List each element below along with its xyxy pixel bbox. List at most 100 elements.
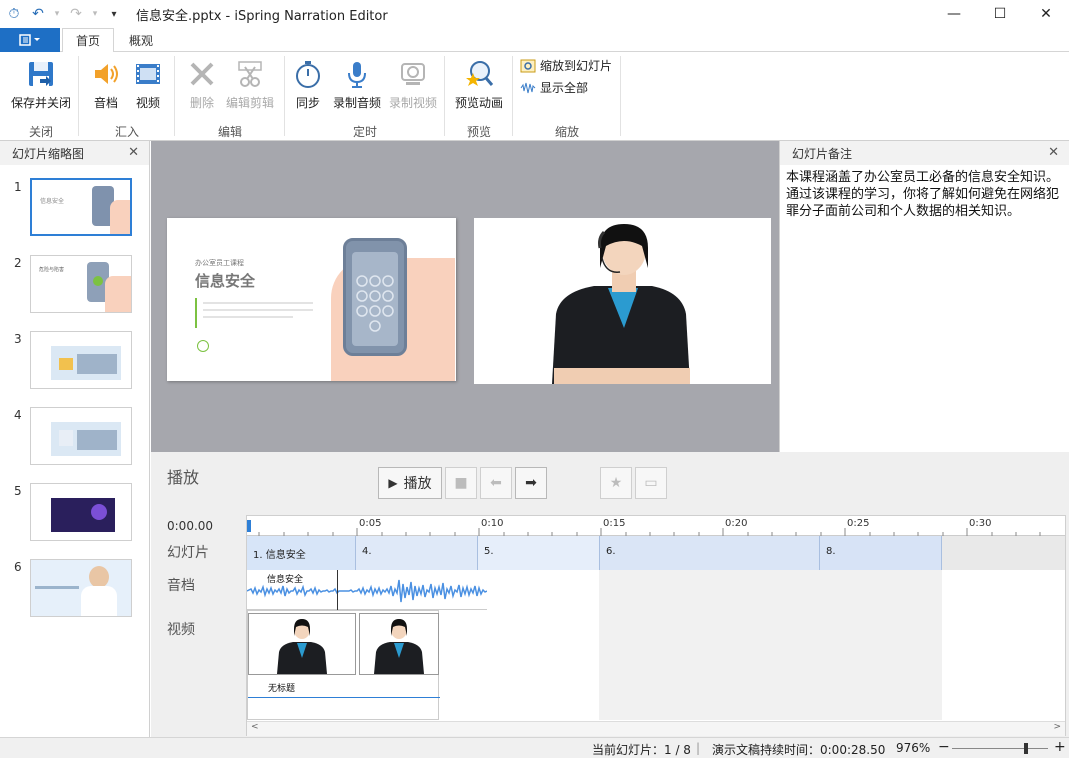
timeline[interactable]: 0:05 0:10 0:15 0:20 0:25 0:30 1. 信息安全 4.… (246, 515, 1066, 736)
stop-button[interactable]: ■ (445, 467, 477, 499)
menu-icon (19, 34, 40, 46)
empty-track-area (599, 570, 942, 720)
minimize-button[interactable]: — (931, 0, 977, 28)
sync-button[interactable]: 同步 (292, 58, 324, 111)
thumbnail-slide-5[interactable] (30, 483, 132, 541)
close-thumbnails-icon[interactable]: ✕ (128, 145, 139, 160)
record-video-button[interactable]: 录制视频 (386, 58, 440, 111)
video-clip[interactable]: 无标题 (247, 610, 440, 720)
close-window-button[interactable]: ✕ (1023, 0, 1069, 28)
thumbnail-slide-6[interactable] (30, 559, 132, 617)
presenter-image (552, 224, 690, 384)
redo-icon[interactable]: ↷ (66, 4, 86, 24)
save-close-button[interactable]: 保存并关闭 (8, 58, 74, 111)
slide-segment[interactable]: 5. (478, 536, 600, 570)
undo-dropdown-icon[interactable]: ▾ (52, 4, 62, 24)
sync-label: 同步 (295, 96, 320, 110)
slide-segment[interactable]: 6. (600, 536, 820, 570)
scroll-left-icon[interactable]: < (251, 722, 259, 732)
slide-segment[interactable]: 4. (356, 536, 478, 570)
notes-textarea[interactable]: 本课程涵盖了办公室员工必备的信息安全知识。通过该课程的学习，你将了解如何避免在网… (780, 165, 1069, 224)
group-import-label: 汇入 (114, 125, 139, 139)
slide-segment[interactable]: 1. 信息安全 (247, 536, 356, 570)
title-bar: ⏱ ↶ ▾ ↷ ▾ ▾ 信息安全.pptx - iSpring Narratio… (0, 0, 1069, 28)
play-icon: ▶ (388, 476, 398, 490)
clock-icon[interactable]: ⏱ (4, 4, 24, 24)
edit-clip-button[interactable]: 编辑剪辑 (222, 58, 278, 111)
video-preview (474, 218, 771, 384)
delete-button[interactable]: 删除 (184, 58, 220, 111)
slide-thumbnails-panel: 幻灯片缩略图 ✕ 1 信息安全 2 危险与陷害 3 4 5 6 (0, 141, 150, 737)
file-menu-button[interactable] (0, 28, 60, 52)
slide-notes-panel: 幻灯片备注 ✕ 本课程涵盖了办公室员工必备的信息安全知识。通过该课程的学习，你将… (779, 141, 1069, 452)
delete-label: 删除 (189, 96, 214, 110)
window-title: 信息安全.pptx - iSpring Narration Editor (136, 8, 388, 24)
status-bar: 当前幻灯片：1 / 8 | 演示文稿持续时间：0:00:28.50 976% −… (0, 737, 1069, 758)
zoom-slide-icon (520, 59, 536, 72)
edit-clip-label: 编辑剪辑 (225, 96, 274, 110)
thumbnails-header: 幻灯片缩略图 ✕ (0, 141, 149, 165)
microphone-icon (348, 62, 366, 88)
thumbnail-slide-1[interactable]: 信息安全 (30, 178, 132, 236)
zoom-to-slide-button[interactable]: 缩放到幻灯片 (520, 57, 612, 74)
customize-quick-access-icon[interactable]: ▾ (104, 4, 124, 24)
film-icon (136, 64, 160, 84)
import-video-button[interactable]: 视频 (130, 58, 166, 111)
video-label: 视频 (135, 96, 160, 110)
thumbnail-slide-2[interactable]: 危险与陷害 (30, 255, 132, 313)
thumbnail-slide-4[interactable] (30, 407, 132, 465)
row-label-slides: 幻灯片 (167, 545, 209, 561)
slide-subtitle: 办公室员工课程 (195, 259, 244, 267)
slide-button[interactable]: ▭ (635, 467, 667, 499)
video-clip-label: 无标题 (268, 684, 296, 694)
horizontal-scrollbar[interactable]: < > (247, 721, 1065, 736)
preview-animation-button[interactable]: 预览动画 (452, 58, 506, 111)
play-button[interactable]: ▶ 播放 (378, 467, 442, 499)
playhead-handle[interactable] (247, 520, 251, 532)
next-button[interactable]: ➡ (515, 467, 547, 499)
slide-segment[interactable]: 8. (820, 536, 942, 570)
slide-preview: 办公室员工课程 信息安全 (167, 218, 456, 381)
maximize-button[interactable]: ☐ (977, 0, 1023, 28)
zoom-slider-thumb[interactable] (1024, 743, 1028, 754)
group-close-label: 关闭 (28, 125, 53, 139)
undo-icon[interactable]: ↶ (28, 4, 48, 24)
current-slide-status: 当前幻灯片：1 / 8 (592, 743, 691, 757)
playback-title: 播放 (167, 468, 200, 487)
close-notes-icon[interactable]: ✕ (1048, 145, 1059, 160)
ribbon-tabs: 首页 概观 (0, 28, 1069, 53)
animation-button[interactable]: ★ (600, 467, 632, 499)
current-time: 0:00.00 (167, 519, 214, 533)
audio-waveform (247, 579, 487, 603)
redo-dropdown-icon[interactable]: ▾ (90, 4, 100, 24)
keypad-icon (356, 275, 394, 332)
save-close-label: 保存并关闭 (10, 96, 71, 110)
tab-home[interactable]: 首页 (62, 28, 114, 53)
scroll-right-icon[interactable]: > (1053, 722, 1061, 732)
thumb-number-1: 1 (14, 180, 22, 194)
arrow-left-icon: ⬅ (490, 475, 502, 491)
show-all-button[interactable]: 显示全部 (520, 79, 588, 96)
speaker-icon (95, 64, 118, 84)
zoom-in-button[interactable]: + (1054, 739, 1066, 755)
zoom-out-button[interactable]: − (938, 739, 950, 755)
zoom-slider-track[interactable] (952, 748, 1048, 749)
record-audio-button[interactable]: 录制音频 (330, 58, 384, 111)
thumb-number-3: 3 (14, 332, 22, 346)
audio-clip[interactable]: 信息安全 (247, 570, 487, 610)
video-frame (248, 613, 356, 675)
thumbnail-slide-3[interactable] (30, 331, 132, 389)
previous-button[interactable]: ⬅ (480, 467, 512, 499)
import-audio-button[interactable]: 音档 (88, 58, 124, 111)
thumb-caption-2: 危险与陷害 (39, 267, 65, 273)
tab-overview[interactable]: 概观 (116, 28, 166, 53)
thumbnails-title: 幻灯片缩略图 (12, 146, 85, 161)
group-preview-label: 预览 (466, 125, 491, 139)
webcam-icon (401, 63, 425, 85)
group-timing-label: 定时 (352, 125, 377, 139)
thumb-caption-1: 信息安全 (40, 198, 65, 205)
slide-title: 信息安全 (195, 272, 256, 290)
slide-stage: 办公室员工课程 信息安全 (151, 141, 779, 452)
presenter-thumbnail (374, 619, 424, 674)
play-circle-icon (197, 340, 209, 352)
